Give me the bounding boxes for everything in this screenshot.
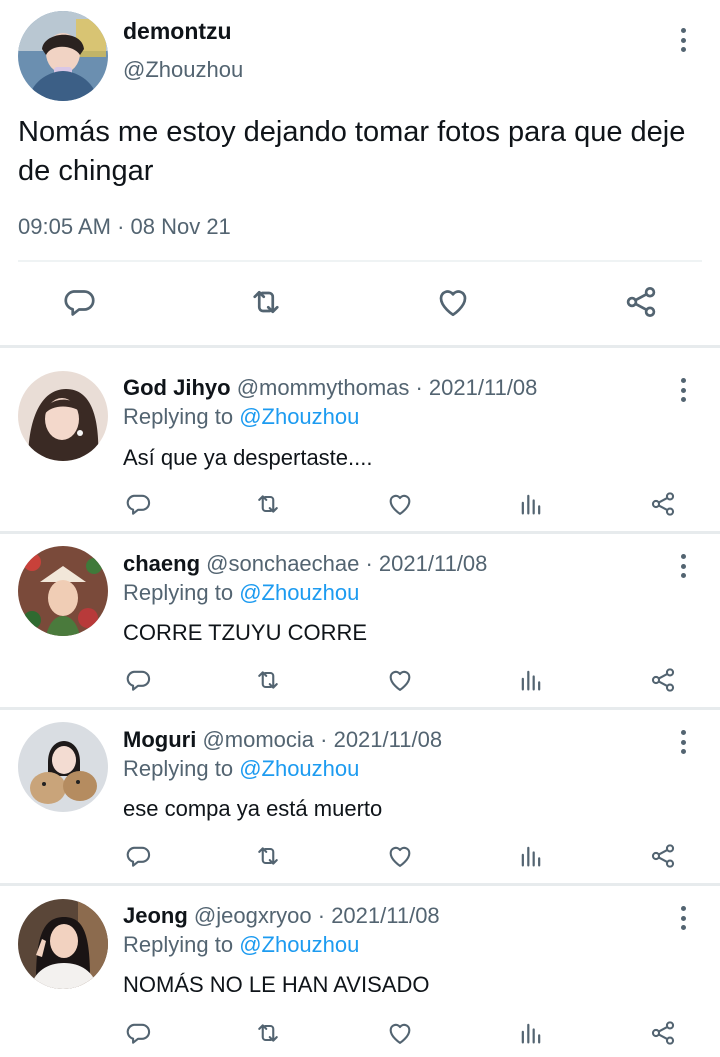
reply-meta: @momocia · 2021/11/08 — [202, 727, 443, 752]
reply-text: CORRE TZUYU CORRE — [123, 620, 368, 645]
reply-text: NOMÁS NO LE HAN AVISADO — [123, 972, 430, 997]
reply-text: ese compa ya está muerto — [123, 796, 383, 821]
avatar[interactable] — [18, 722, 108, 812]
reply-meta: @jeogxryoo · 2021/11/08 — [193, 903, 440, 928]
retweet-icon[interactable] — [254, 1019, 282, 1047]
like-icon[interactable] — [435, 284, 471, 320]
more-options-icon[interactable] — [673, 905, 693, 931]
retweet-icon[interactable] — [254, 842, 282, 870]
like-icon[interactable] — [386, 666, 414, 694]
replying-to-label: Replying to — [123, 756, 240, 781]
reply-tweet[interactable]: chaeng @sonchaechae · 2021/11/08 Replyin… — [0, 534, 720, 708]
reply-header: Jeong @jeogxryoo · 2021/11/08 — [123, 903, 440, 929]
replying-to: Replying to @Zhouzhou — [123, 756, 359, 782]
reply-tweet[interactable]: Jeong @jeogxryoo · 2021/11/08 Replying t… — [0, 886, 720, 1057]
share-icon[interactable] — [649, 842, 677, 870]
replying-to: Replying to @Zhouzhou — [123, 404, 359, 430]
replying-to-label: Replying to — [123, 932, 240, 957]
reply-tweet[interactable]: Moguri @momocia · 2021/11/08 Replying to… — [0, 710, 720, 884]
mention-link[interactable]: @Zhouzhou — [239, 404, 359, 429]
main-tweet: demontzu @Zhouzhou Nomás me estoy dejand… — [0, 0, 720, 346]
stats-icon[interactable] — [517, 842, 545, 870]
reply-icon[interactable] — [124, 842, 152, 870]
reply-header: chaeng @sonchaechae · 2021/11/08 — [123, 551, 487, 577]
reply-icon[interactable] — [124, 666, 152, 694]
author-name[interactable]: God Jihyo — [123, 375, 231, 400]
stats-icon[interactable] — [517, 666, 545, 694]
more-options-icon[interactable] — [673, 27, 693, 53]
avatar[interactable] — [18, 899, 108, 989]
share-icon[interactable] — [649, 666, 677, 694]
author-handle[interactable]: @Zhouzhou — [123, 57, 243, 83]
tweet-text: Nomás me estoy dejando tomar fotos para … — [18, 116, 686, 187]
reply-tweet[interactable]: God Jihyo @mommythomas · 2021/11/08 Repl… — [0, 348, 720, 522]
mention-link[interactable]: @Zhouzhou — [239, 932, 359, 957]
retweet-icon[interactable] — [248, 284, 284, 320]
like-icon[interactable] — [386, 490, 414, 518]
reply-meta: @mommythomas · 2021/11/08 — [236, 375, 538, 400]
retweet-icon[interactable] — [254, 666, 282, 694]
reply-icon[interactable] — [124, 1019, 152, 1047]
share-icon[interactable] — [623, 284, 659, 320]
replying-to-label: Replying to — [123, 580, 240, 605]
stats-icon[interactable] — [517, 1019, 545, 1047]
reply-header: God Jihyo @mommythomas · 2021/11/08 — [123, 375, 537, 401]
author-name[interactable]: Moguri — [123, 727, 196, 752]
more-options-icon[interactable] — [673, 377, 693, 403]
reply-text: Así que ya despertaste.... — [123, 445, 373, 470]
reply-icon[interactable] — [124, 490, 152, 518]
author-name[interactable]: Jeong — [123, 903, 188, 928]
retweet-icon[interactable] — [254, 490, 282, 518]
replying-to: Replying to @Zhouzhou — [123, 932, 359, 958]
author-name[interactable]: demontzu — [123, 18, 232, 45]
divider — [18, 260, 702, 262]
replying-to-label: Replying to — [123, 404, 240, 429]
share-icon[interactable] — [649, 490, 677, 518]
more-options-icon[interactable] — [673, 729, 693, 755]
avatar[interactable] — [18, 11, 108, 101]
more-options-icon[interactable] — [673, 553, 693, 579]
mention-link[interactable]: @Zhouzhou — [239, 756, 359, 781]
reply-header: Moguri @momocia · 2021/11/08 — [123, 727, 442, 753]
reply-meta: @sonchaechae · 2021/11/08 — [206, 551, 488, 576]
like-icon[interactable] — [386, 1019, 414, 1047]
reply-icon[interactable] — [61, 284, 97, 320]
like-icon[interactable] — [386, 842, 414, 870]
avatar[interactable] — [18, 371, 108, 461]
author-name[interactable]: chaeng — [123, 551, 200, 576]
avatar[interactable] — [18, 546, 108, 636]
share-icon[interactable] — [649, 1019, 677, 1047]
mention-link[interactable]: @Zhouzhou — [239, 580, 359, 605]
stats-icon[interactable] — [517, 490, 545, 518]
replying-to: Replying to @Zhouzhou — [123, 580, 359, 606]
tweet-timestamp[interactable]: 09:05 AM · 08 Nov 21 — [18, 214, 231, 240]
